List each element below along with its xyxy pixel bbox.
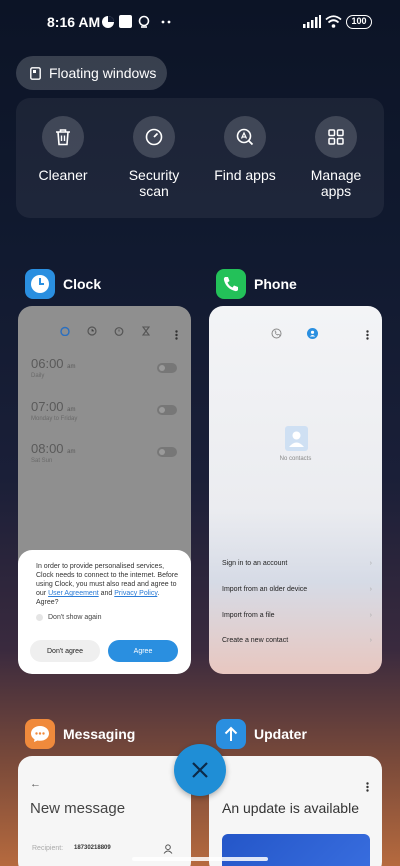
cleaner-label: Cleaner <box>38 167 88 183</box>
clear-all-button[interactable] <box>174 744 226 796</box>
recipient-value[interactable]: 18730218809 <box>74 845 111 851</box>
user-agreement-link[interactable]: User Agreement <box>48 590 99 597</box>
contact-picker-icon[interactable] <box>163 844 173 854</box>
phone-tabs <box>271 328 318 339</box>
messaging-app-header[interactable]: Messaging <box>25 719 135 749</box>
clock-more-icon[interactable] <box>175 330 178 340</box>
messaging-app-name: Messaging <box>63 726 136 742</box>
alarm-item[interactable]: 06:00 am Daily <box>31 356 76 379</box>
updater-app-icon <box>216 719 246 749</box>
floating-windows-button[interactable]: Floating windows <box>16 56 167 90</box>
search-apps-icon <box>224 116 266 158</box>
back-arrow-icon[interactable]: ← <box>30 778 41 790</box>
sign-in-account-link[interactable]: Sign in to an account › <box>222 560 372 567</box>
contacts-tab-icon[interactable] <box>307 328 318 339</box>
dont-agree-button[interactable]: Don't agree <box>30 640 100 662</box>
quick-actions-panel: Cleaner Security scan Find apps Manage a… <box>16 98 384 218</box>
alarm-ampm: am <box>67 407 76 413</box>
updater-app-card[interactable]: An update is available <box>209 756 382 866</box>
agree-button[interactable]: Agree <box>108 640 178 662</box>
updater-app-name: Updater <box>254 726 307 742</box>
recents-tab-icon[interactable] <box>271 328 282 339</box>
alarm-ampm: am <box>67 364 76 370</box>
floating-window-icon <box>30 66 41 80</box>
phone-more-icon[interactable] <box>366 330 369 340</box>
alarm-time: 06:00 <box>31 356 64 371</box>
privacy-policy-link[interactable]: Privacy Policy <box>114 590 157 597</box>
chevron-right-icon: › <box>369 560 372 567</box>
stopwatch-tab-icon[interactable] <box>114 326 124 336</box>
consent-dialog: In order to provide personalised service… <box>18 550 191 674</box>
alarm-repeat: Sat Sun <box>31 458 53 464</box>
more-notifications-icon <box>160 14 172 31</box>
grid-icon <box>315 116 357 158</box>
world-clock-tab-icon[interactable] <box>87 326 97 336</box>
no-contacts-label: No contacts <box>279 456 312 462</box>
updater-more-icon[interactable] <box>366 782 369 792</box>
alarm-item[interactable]: 08:00 am Sat Sun <box>31 441 76 464</box>
clock-app-icon <box>25 269 55 299</box>
update-banner <box>222 834 370 866</box>
app-notification-icon <box>101 15 115 34</box>
status-bar: 8:16 AM 100 <box>0 0 400 44</box>
find-apps-label: Find apps <box>214 167 276 183</box>
chevron-right-icon: › <box>369 612 372 619</box>
find-apps-button[interactable]: Find apps <box>200 116 290 183</box>
alarm-time: 08:00 <box>31 441 64 456</box>
speedometer-icon <box>133 116 175 158</box>
alarm-item[interactable]: 07:00 am Monday to Friday <box>31 399 77 422</box>
clock-app-name: Clock <box>63 276 102 292</box>
dont-show-again-label: Don't show again <box>48 614 102 621</box>
alarm-time: 07:00 <box>31 399 64 414</box>
manage-apps-button[interactable]: Manage apps <box>291 116 381 199</box>
messaging-app-icon <box>25 719 55 749</box>
security-scan-button[interactable]: Security scan <box>109 116 199 199</box>
alarm-toggle[interactable] <box>157 405 177 415</box>
dont-show-again-checkbox[interactable]: Don't show again <box>36 614 181 621</box>
phone-app-icon <box>216 269 246 299</box>
checkbox-circle-icon <box>36 614 43 621</box>
trash-icon <box>42 116 84 158</box>
phone-app-name: Phone <box>254 276 297 292</box>
updater-app-header[interactable]: Updater <box>216 719 307 749</box>
location-icon <box>138 15 150 34</box>
consent-text: In order to provide personalised service… <box>36 563 179 606</box>
wifi-icon <box>325 15 342 33</box>
phone-app-card[interactable]: No contacts Sign in to an account › Impor… <box>209 306 382 674</box>
status-time: 8:16 AM <box>47 14 101 30</box>
floating-windows-label: Floating windows <box>49 65 157 81</box>
clock-app-card[interactable]: 06:00 am Daily 07:00 am Monday to Friday… <box>18 306 191 674</box>
contact-card-icon <box>285 426 308 456</box>
alarm-repeat: Daily <box>31 373 45 379</box>
import-older-device-link[interactable]: Import from an older device › <box>222 586 372 593</box>
update-available-title: An update is available <box>222 800 359 816</box>
alarm-repeat: Monday to Friday <box>31 416 78 422</box>
timer-tab-icon[interactable] <box>141 326 151 336</box>
signal-icon <box>303 15 321 33</box>
clock-app-header[interactable]: Clock <box>25 269 101 299</box>
home-indicator[interactable] <box>132 857 268 861</box>
alarm-ampm: am <box>67 449 76 455</box>
manage-apps-label: Manage apps <box>310 167 362 199</box>
chevron-right-icon: › <box>369 586 372 593</box>
alarm-tab-icon[interactable] <box>60 326 70 336</box>
alarm-toggle[interactable] <box>157 363 177 373</box>
new-message-title: New message <box>30 800 126 817</box>
cleaner-button[interactable]: Cleaner <box>18 116 108 183</box>
square-notification-icon <box>119 15 132 33</box>
phone-app-header[interactable]: Phone <box>216 269 297 299</box>
alarm-toggle[interactable] <box>157 447 177 457</box>
messaging-app-card[interactable]: ← New message Recipient: 18730218809 <box>18 756 191 866</box>
import-file-link[interactable]: Import from a file › <box>222 612 372 619</box>
recipient-label: Recipient: <box>32 845 64 852</box>
create-contact-link[interactable]: Create a new contact › <box>222 637 372 644</box>
security-scan-label: Security scan <box>128 167 180 199</box>
close-icon <box>192 762 208 778</box>
battery-indicator: 100 <box>346 15 372 29</box>
chevron-right-icon: › <box>369 637 372 644</box>
clock-tabs <box>60 326 151 336</box>
